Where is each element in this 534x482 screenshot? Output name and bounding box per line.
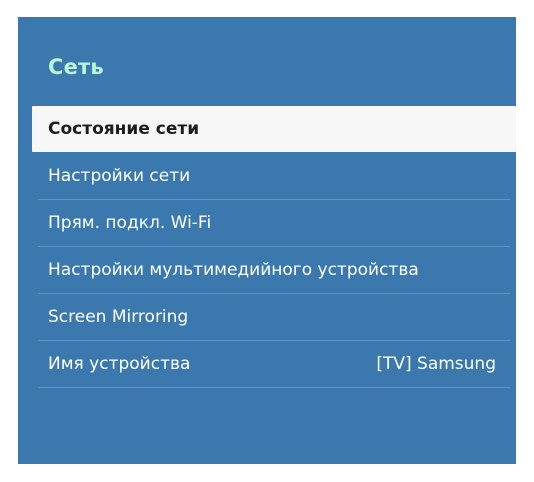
network-menu-panel: Сеть Состояние сети Настройки сети Прям.… (18, 17, 516, 464)
menu-item-label: Состояние сети (48, 119, 200, 139)
menu-item-network-settings[interactable]: Настройки сети (32, 153, 516, 200)
menu-title: Сеть (48, 55, 104, 79)
menu-item-label: Настройки сети (48, 166, 191, 186)
menu-item-wifi-direct[interactable]: Прям. подкл. Wi-Fi (32, 200, 516, 247)
menu-item-label: Настройки мультимедийного устройства (48, 260, 419, 280)
menu-item-device-name[interactable]: Имя устройства [TV] Samsung (32, 341, 516, 388)
device-name-value: [TV] Samsung (376, 354, 496, 374)
menu-item-multimedia-device-settings[interactable]: Настройки мультимедийного устройства (32, 247, 516, 294)
menu-item-network-status[interactable]: Состояние сети (32, 106, 516, 152)
menu-item-label: Имя устройства (48, 354, 191, 374)
menu-list: Состояние сети Настройки сети Прям. подк… (32, 106, 516, 388)
menu-item-label: Screen Mirroring (48, 307, 189, 327)
menu-item-label: Прям. подкл. Wi-Fi (48, 213, 212, 233)
menu-item-screen-mirroring[interactable]: Screen Mirroring (32, 294, 516, 341)
